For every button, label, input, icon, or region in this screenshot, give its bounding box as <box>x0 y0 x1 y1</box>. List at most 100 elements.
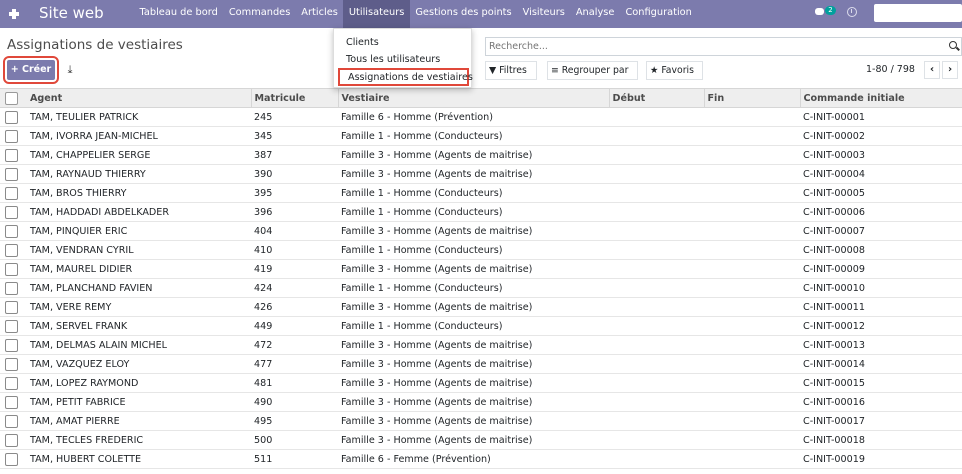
user-menu[interactable] <box>874 4 962 22</box>
cell-vestiaire: Famille 6 - Femme (Prévention) <box>338 449 609 469</box>
row-checkbox[interactable] <box>5 224 18 238</box>
row-checkbox[interactable] <box>5 129 18 143</box>
table-row[interactable]: TAM, BROS THIERRY 395 Famille 1 - Homme (C… <box>0 183 962 203</box>
row-checkbox[interactable] <box>5 300 18 314</box>
row-checkbox[interactable] <box>5 148 18 162</box>
row-checkbox[interactable] <box>5 281 18 295</box>
search-icon[interactable] <box>949 41 957 49</box>
activity-clock-icon[interactable] <box>847 7 857 17</box>
table-row[interactable]: TAM, SERVEL FRANK 449 Famille 1 - Homme (C… <box>0 316 962 336</box>
table-row[interactable]: TAM, RAYNAUD THIERRY 390 Famille 3 - Homme… <box>0 164 962 184</box>
column-header-fin[interactable]: Fin <box>703 88 800 108</box>
row-checkbox[interactable] <box>5 186 18 200</box>
cell-vestiaire: Famille 3 - Homme (Agents de maitrise) <box>338 430 609 450</box>
menu-item-tableau-de-bord[interactable]: Tableau de bord <box>134 0 223 28</box>
cell-fin <box>704 411 800 431</box>
select-all-checkbox[interactable] <box>5 91 18 105</box>
column-header-agent[interactable]: Agent <box>27 88 251 108</box>
cell-agent: TAM, RAYNAUD THIERRY <box>27 164 251 184</box>
table-row[interactable]: TAM, DELMAS ALAIN MICHEL 472 Famille 3 - H… <box>0 335 962 355</box>
dropdown-item-assignations-de-vestiaires[interactable]: Assignations de vestiaires <box>338 68 473 86</box>
main-menu: Tableau de bord Commandes Articles Utili… <box>134 0 697 28</box>
dropdown-item-clients[interactable]: Clients <box>346 37 379 48</box>
cell-vestiaire: Famille 3 - Homme (Agents de maitrise) <box>338 392 609 412</box>
create-button[interactable]: + Créer <box>3 56 59 84</box>
row-checkbox[interactable] <box>5 376 18 390</box>
group-by-button[interactable]: ≡ Regrouper par <box>547 61 638 80</box>
pager-next-button[interactable]: › <box>942 61 958 79</box>
cell-agent: TAM, DELMAS ALAIN MICHEL <box>27 335 251 355</box>
pager-previous-button[interactable]: ‹ <box>924 61 940 79</box>
table-row[interactable]: TAM, CHAPPELIER SERGE 387 Famille 3 - Homm… <box>0 145 962 165</box>
row-checkbox[interactable] <box>5 319 18 333</box>
cell-commande-initiale: C-INIT-00001 <box>800 107 962 127</box>
filters-button[interactable]: ▼ Filtres <box>485 61 537 80</box>
row-select-cell <box>0 145 27 165</box>
cell-commande-initiale: C-INIT-00008 <box>800 240 962 260</box>
table-row[interactable]: TAM, VERE REMY 426 Famille 3 - Homme (Agen… <box>0 297 962 317</box>
search-bar[interactable] <box>485 37 962 56</box>
row-checkbox[interactable] <box>5 243 18 257</box>
menu-item-articles[interactable]: Articles <box>296 0 344 28</box>
table-row[interactable]: TAM, LOPEZ RAYMOND 481 Famille 3 - Homme (… <box>0 373 962 393</box>
row-checkbox[interactable] <box>5 414 18 428</box>
table-row[interactable]: TAM, HUBERT COLETTE 511 Famille 6 - Femme … <box>0 449 962 469</box>
row-checkbox[interactable] <box>5 338 18 352</box>
row-select-cell <box>0 183 27 203</box>
cell-fin <box>704 164 800 184</box>
table-row[interactable]: TAM, VAZQUEZ ELOY 477 Famille 3 - Homme (A… <box>0 354 962 374</box>
cell-agent: TAM, VERE REMY <box>27 297 251 317</box>
table-row[interactable]: TAM, MAUREL DIDIER 419 Famille 3 - Homme (… <box>0 259 962 279</box>
row-select-cell <box>0 240 27 260</box>
column-header-commande-initiale[interactable]: Commande initiale <box>799 88 962 108</box>
cell-debut <box>609 297 704 317</box>
cell-vestiaire: Famille 3 - Homme (Agents de maitrise) <box>338 411 609 431</box>
cell-commande-initiale: C-INIT-00006 <box>800 202 962 222</box>
cell-matricule: 387 <box>251 145 338 165</box>
menu-item-analyse[interactable]: Analyse <box>570 0 620 28</box>
row-checkbox[interactable] <box>5 110 18 124</box>
favorites-label: Favoris <box>661 65 694 76</box>
cell-commande-initiale: C-INIT-00014 <box>800 354 962 374</box>
row-checkbox[interactable] <box>5 167 18 181</box>
row-checkbox[interactable] <box>5 357 18 371</box>
row-select-cell <box>0 297 27 317</box>
table-row[interactable]: TAM, TEULIER PATRICK 245 Famille 6 - Homme… <box>0 107 962 127</box>
menu-item-utilisateurs[interactable]: Utilisateurs <box>343 0 410 28</box>
table-row[interactable]: TAM, PETIT FABRICE 490 Famille 3 - Homme (… <box>0 392 962 412</box>
apps-menu-icon[interactable] <box>9 9 19 19</box>
table-row[interactable]: TAM, VENDRAN CYRIL 410 Famille 1 - Homme (… <box>0 240 962 260</box>
row-select-cell <box>0 107 27 127</box>
row-checkbox[interactable] <box>5 452 18 466</box>
table-row[interactable]: TAM, TECLES FREDERIC 500 Famille 3 - Homme… <box>0 430 962 450</box>
menu-item-gestions-des-points[interactable]: Gestions des points <box>410 0 517 28</box>
menu-item-visiteurs[interactable]: Visiteurs <box>517 0 570 28</box>
cell-debut <box>609 354 704 374</box>
filters-label: Filtres <box>499 65 527 76</box>
menu-item-configuration[interactable]: Configuration <box>620 0 697 28</box>
table-row[interactable]: TAM, PLANCHAND FAVIEN 424 Famille 1 - Homm… <box>0 278 962 298</box>
row-checkbox[interactable] <box>5 433 18 447</box>
row-checkbox[interactable] <box>5 262 18 276</box>
table-row[interactable]: TAM, PINQUIER ERIC 404 Famille 3 - Homme (… <box>0 221 962 241</box>
cell-matricule: 500 <box>251 430 338 450</box>
cell-fin <box>704 316 800 336</box>
table-row[interactable]: TAM, HADDADI ABDELKADER 396 Famille 1 - Ho… <box>0 202 962 222</box>
row-checkbox[interactable] <box>5 395 18 409</box>
search-input[interactable] <box>489 40 929 53</box>
chat-icon[interactable] <box>815 8 824 15</box>
cell-commande-initiale: C-INIT-00004 <box>800 164 962 184</box>
column-header-debut[interactable]: Début <box>608 88 704 108</box>
column-header-matricule[interactable]: Matricule <box>250 88 338 108</box>
dropdown-item-tous-les-utilisateurs[interactable]: Tous les utilisateurs <box>346 54 440 65</box>
table-row[interactable]: TAM, AMAT PIERRE 495 Famille 3 - Homme (Ag… <box>0 411 962 431</box>
app-brand[interactable]: Site web <box>39 4 104 22</box>
download-icon[interactable]: ⤓ <box>62 61 78 79</box>
favorites-button[interactable]: ★ Favoris <box>646 61 703 80</box>
pager-value[interactable]: 1-80 / 798 <box>866 64 915 75</box>
column-header-vestiaire[interactable]: Vestiaire <box>337 88 609 108</box>
row-checkbox[interactable] <box>5 205 18 219</box>
menu-item-commandes[interactable]: Commandes <box>223 0 295 28</box>
table-row[interactable]: TAM, IVORRA JEAN-MICHEL 345 Famille 1 - Ho… <box>0 126 962 146</box>
cell-matricule: 390 <box>251 164 338 184</box>
